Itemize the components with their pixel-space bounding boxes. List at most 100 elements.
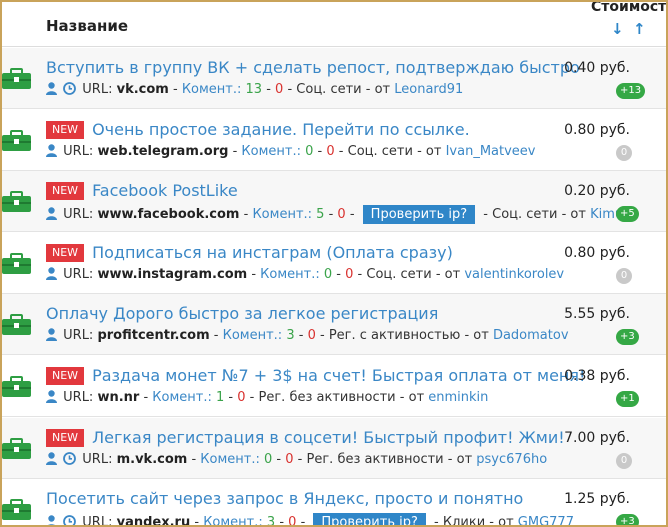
task-title-line: Посетить сайт через запрос в Яндекс, про… bbox=[46, 489, 523, 511]
task-row: Оплачу Дорого быстро за легкое регистрац… bbox=[2, 294, 666, 356]
task-title-link[interactable]: Оплачу Дорого быстро за легкое регистрац… bbox=[46, 304, 438, 323]
clock-icon bbox=[63, 515, 77, 525]
briefcase-icon bbox=[2, 68, 31, 90]
task-category: Рег. без активности bbox=[306, 451, 444, 467]
from-label: от bbox=[473, 328, 489, 344]
comments-link[interactable]: Комент.: bbox=[203, 515, 263, 525]
author-link[interactable]: Ivan_Matveev bbox=[446, 144, 536, 159]
author-link[interactable]: Dadomatov bbox=[493, 328, 569, 343]
from-label: от bbox=[570, 207, 586, 223]
author-link[interactable]: enminkin bbox=[428, 390, 488, 405]
new-badge: NEW bbox=[46, 428, 85, 447]
votes-badge: +1 bbox=[616, 391, 639, 407]
check-ip-button[interactable]: Проверить ip? bbox=[313, 513, 426, 525]
votes-badge: 0 bbox=[616, 144, 632, 161]
new-badge: NEW bbox=[46, 243, 85, 262]
briefcase-icon bbox=[2, 129, 31, 152]
from-label: от bbox=[425, 143, 442, 159]
task-price: 0.80 руб. bbox=[564, 121, 630, 138]
url-label: URL: bbox=[82, 451, 113, 467]
task-title-line: NEW Facebook PostLike bbox=[46, 181, 238, 203]
comments-link[interactable]: Комент.: bbox=[182, 82, 242, 97]
votes-badge: 0 bbox=[616, 452, 632, 469]
task-title-link[interactable]: Легкая регистрация в соцсети! Быстрый пр… bbox=[92, 428, 565, 447]
votes-badge: +13 bbox=[616, 83, 646, 99]
comments-negative: 0 bbox=[326, 143, 335, 159]
url-label: URL: bbox=[82, 82, 113, 97]
task-price: 0.40 руб. bbox=[564, 60, 630, 76]
author-link[interactable]: valentinkorolev bbox=[464, 267, 564, 282]
task-title-line: Оплачу Дорого быстро за легкое регистрац… bbox=[46, 304, 438, 326]
from-label: от bbox=[374, 82, 391, 97]
task-row: NEW Легкая регистрация в соцсети! Быстрый… bbox=[2, 417, 666, 479]
task-url: wn.nr bbox=[97, 390, 140, 405]
from-label: от bbox=[408, 390, 425, 405]
task-category: Рег. с активностью bbox=[328, 328, 461, 344]
task-title-link[interactable]: Посетить сайт через запрос в Яндекс, про… bbox=[46, 489, 523, 508]
comments-positive: 1 bbox=[216, 390, 225, 405]
comments-link[interactable]: Комент.: bbox=[200, 452, 260, 467]
task-url: www.instagram.com bbox=[97, 266, 248, 282]
votes-badge: +3 bbox=[616, 329, 639, 346]
comments-negative: 0 bbox=[237, 390, 246, 405]
comments-link[interactable]: Комент.: bbox=[241, 144, 301, 159]
new-badge: NEW bbox=[46, 367, 85, 385]
task-category: Соц. сети bbox=[492, 207, 558, 223]
briefcase-icon bbox=[2, 376, 31, 398]
task-price: 0.80 руб. bbox=[564, 244, 630, 261]
task-title-line: NEW Раздача монет №7 + 3$ на счет! Быстра… bbox=[46, 366, 585, 388]
sort-down-icon[interactable]: ↓ bbox=[611, 20, 624, 38]
column-cost[interactable]: Стоимость bbox=[591, 2, 666, 15]
comments-link[interactable]: Комент.: bbox=[260, 267, 320, 282]
user-icon bbox=[46, 267, 57, 284]
user-icon bbox=[46, 328, 57, 345]
comments-negative: 0 bbox=[345, 266, 354, 282]
task-category: Соц. сети bbox=[296, 82, 362, 97]
task-meta: URL: yandex.ru - Комент.: 3 - 0 - Провер… bbox=[46, 513, 574, 527]
comments-link[interactable]: Комент.: bbox=[152, 390, 212, 405]
comments-negative: 0 bbox=[307, 328, 316, 344]
task-price: 7.00 руб. bbox=[564, 429, 630, 446]
task-title-link[interactable]: Вступить в группу ВК + сделать репост, п… bbox=[46, 58, 580, 77]
comments-link[interactable]: Комент.: bbox=[252, 207, 312, 222]
from-label: от bbox=[456, 451, 473, 467]
user-icon bbox=[46, 143, 57, 161]
check-ip-button[interactable]: Проверить ip? bbox=[362, 205, 476, 225]
url-label: URL: bbox=[63, 266, 94, 282]
task-url: vk.com bbox=[116, 82, 169, 97]
task-url: yandex.ru bbox=[116, 515, 191, 527]
clock-icon bbox=[63, 82, 77, 99]
task-url: web.telegram.org bbox=[97, 143, 229, 159]
comments-negative: 0 bbox=[337, 207, 346, 223]
comments-negative: 0 bbox=[285, 451, 294, 467]
author-link[interactable]: Leonard91 bbox=[394, 82, 463, 97]
tasks-panel: Название Стоимость ↓ ↑ Вступить в группу… bbox=[0, 0, 668, 527]
comments-positive: 3 bbox=[266, 515, 276, 527]
votes-badge: 0 bbox=[616, 267, 632, 284]
task-title-link[interactable]: Раздача монет №7 + 3$ на счет! Быстрая о… bbox=[92, 366, 585, 385]
task-meta: URL: profitcentr.com - Комент.: 3 - 0 - … bbox=[46, 328, 569, 345]
comments-positive: 3 bbox=[286, 328, 295, 344]
task-price: 0.20 руб. bbox=[564, 183, 630, 200]
author-link[interactable]: GMG777 bbox=[518, 515, 574, 525]
sort-up-icon[interactable]: ↑ bbox=[633, 20, 646, 38]
comments-negative: 0 bbox=[288, 515, 297, 527]
task-row: NEW Раздача монет №7 + 3$ на счет! Быстра… bbox=[2, 356, 666, 417]
author-link[interactable]: psyc676ho bbox=[476, 452, 547, 467]
task-title-link[interactable]: Подписаться на инстаграм (Оплата сразу) bbox=[92, 243, 453, 262]
task-title-link[interactable]: Facebook PostLike bbox=[92, 181, 238, 200]
task-title-line: NEW Легкая регистрация в соцсети! Быстрый… bbox=[46, 428, 565, 450]
task-price: 1.25 руб. bbox=[564, 491, 630, 508]
task-title-link[interactable]: Очень простое задание. Перейти по ссылке… bbox=[92, 120, 470, 139]
task-row: NEW Facebook PostLike URL: www.facebook.c… bbox=[2, 171, 666, 233]
task-row: NEW Подписаться на инстаграм (Оплата сраз… bbox=[2, 232, 666, 294]
task-row: Посетить сайт через запрос в Яндекс, про… bbox=[2, 479, 666, 527]
new-badge: NEW bbox=[46, 182, 85, 201]
comments-positive: 0 bbox=[305, 143, 314, 159]
url-label: URL: bbox=[63, 390, 94, 405]
task-url: www.facebook.com bbox=[97, 207, 240, 223]
url-label: URL: bbox=[63, 328, 94, 344]
url-label: URL: bbox=[82, 515, 113, 527]
task-category: Соц. сети bbox=[366, 266, 432, 282]
comments-link[interactable]: Комент.: bbox=[223, 328, 283, 343]
